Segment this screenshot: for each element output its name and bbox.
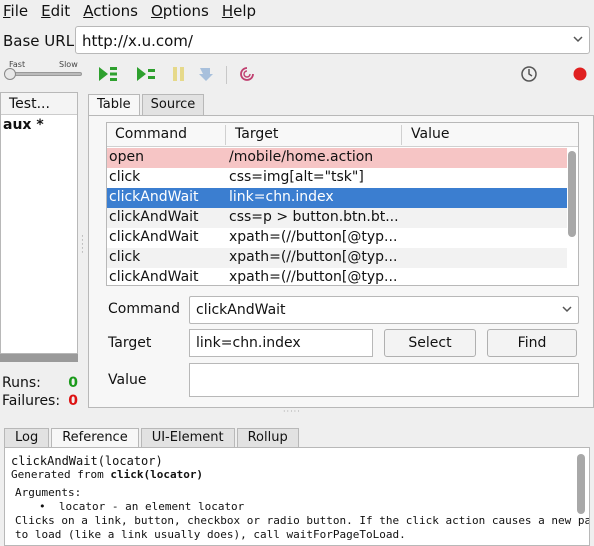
table-row[interactable]: clickAndWait link=chn.index bbox=[107, 188, 567, 208]
schedule-clock-icon[interactable] bbox=[518, 64, 540, 84]
vertical-splitter-grip[interactable]: · · · · · bbox=[81, 233, 84, 258]
command-value: clickAndWait bbox=[196, 302, 286, 318]
failures-count: 0 bbox=[68, 393, 78, 409]
reference-pane: clickAndWait(locator) Generated from cli… bbox=[4, 447, 590, 546]
speed-slow-label: Slow bbox=[59, 60, 78, 69]
reference-description: to load (like a link usually does), call… bbox=[15, 528, 406, 541]
cell-command: clickAndWait bbox=[109, 229, 199, 245]
reference-generated: Generated from click(locator) bbox=[11, 468, 204, 481]
reference-content: clickAndWait(locator) Generated from cli… bbox=[11, 454, 590, 542]
cell-command: clickAndWait bbox=[109, 189, 199, 205]
runs-count: 0 bbox=[68, 375, 78, 391]
reference-signature: clickAndWait(locator) bbox=[11, 454, 163, 468]
base-url-value: http://x.u.com/ bbox=[82, 32, 193, 50]
runs-label: Runs: bbox=[2, 375, 41, 391]
test-case-item[interactable]: aux * bbox=[1, 115, 77, 133]
record-icon[interactable] bbox=[569, 64, 591, 84]
bottom-tabs: Log Reference UI-Element Rollup bbox=[4, 428, 301, 449]
cell-target: css=img[alt="tsk"] bbox=[229, 169, 364, 185]
table-row[interactable]: clickAndWait xpath=(//button[@typ... bbox=[107, 268, 567, 285]
menu-options[interactable]: Options bbox=[148, 2, 213, 20]
speed-slider-handle[interactable] bbox=[4, 68, 16, 80]
toolbar-divider bbox=[226, 66, 227, 84]
column-divider[interactable] bbox=[225, 125, 226, 145]
base-url-label: Base URL bbox=[3, 32, 75, 50]
table-row[interactable]: clickAndWait xpath=(//button[@typ... bbox=[107, 228, 567, 248]
chevron-down-icon[interactable] bbox=[573, 34, 583, 44]
grid-scrollbar[interactable] bbox=[568, 149, 576, 285]
table-tab-body: Command Target Value open/mobile/home.ac… bbox=[88, 115, 594, 408]
target-value: link=chn.index bbox=[196, 335, 301, 351]
cell-command: clickAndWait bbox=[109, 209, 199, 225]
tab-ui-element[interactable]: UI-Element bbox=[140, 428, 235, 447]
test-case-list: Test... aux * bbox=[0, 92, 78, 354]
table-row[interactable]: open/mobile/home.action bbox=[107, 148, 567, 168]
command-label: Command bbox=[108, 301, 180, 317]
speed-slider[interactable] bbox=[6, 72, 82, 76]
cell-target: link=chn.index bbox=[229, 189, 334, 205]
failures-label: Failures: bbox=[2, 393, 61, 409]
test-list-header[interactable]: Test... bbox=[1, 93, 77, 115]
reference-scrollbar-thumb[interactable] bbox=[577, 454, 585, 514]
menu-file[interactable]: File bbox=[0, 2, 32, 20]
chevron-down-icon[interactable] bbox=[562, 304, 572, 314]
reference-description: Clicks on a link, button, checkbox or ra… bbox=[15, 514, 590, 527]
tab-table[interactable]: Table bbox=[88, 94, 140, 117]
reference-scrollbar[interactable] bbox=[577, 454, 585, 544]
test-suite-panel: Test... aux * Runs: 0 Failures: 0 bbox=[0, 92, 78, 410]
cell-command: clickAndWait bbox=[109, 269, 199, 285]
tab-reference[interactable]: Reference bbox=[51, 428, 139, 449]
target-field[interactable]: link=chn.index bbox=[189, 329, 373, 357]
play-test-icon[interactable] bbox=[135, 64, 157, 84]
editor-panel: Table Source Command Target Value open/m… bbox=[88, 92, 594, 408]
cell-target: css=p > button.btn.bt... bbox=[229, 209, 399, 225]
column-header-command[interactable]: Command bbox=[115, 126, 187, 142]
cell-target: xpath=(//button[@typ... bbox=[229, 249, 398, 265]
target-label: Target bbox=[108, 335, 152, 351]
cell-target: xpath=(//button[@typ... bbox=[229, 229, 398, 245]
column-header-target[interactable]: Target bbox=[235, 126, 278, 142]
cell-command: click bbox=[109, 169, 141, 185]
pause-icon[interactable] bbox=[168, 64, 190, 84]
grid-scrollbar-thumb[interactable] bbox=[568, 151, 576, 237]
select-button[interactable]: Select bbox=[384, 329, 476, 357]
column-header-value[interactable]: Value bbox=[411, 126, 449, 142]
editor-tabs: Table Source bbox=[88, 94, 206, 117]
cell-command: open bbox=[109, 149, 144, 165]
menu-actions[interactable]: Actions bbox=[80, 2, 142, 20]
tab-source[interactable]: Source bbox=[141, 94, 205, 115]
cell-target: xpath=(//button[@typ... bbox=[229, 269, 398, 285]
find-button[interactable]: Find bbox=[487, 329, 577, 357]
step-icon[interactable] bbox=[195, 64, 217, 84]
cell-target: /mobile/home.action bbox=[229, 149, 374, 165]
toolbar: Fast Slow bbox=[0, 58, 594, 90]
table-row[interactable]: click css=img[alt="tsk"] bbox=[107, 168, 567, 188]
table-row[interactable]: click xpath=(//button[@typ... bbox=[107, 248, 567, 268]
run-stats: Runs: 0 Failures: 0 bbox=[2, 374, 78, 410]
base-url-input[interactable]: http://x.u.com/ bbox=[75, 26, 590, 54]
tab-rollup[interactable]: Rollup bbox=[236, 428, 299, 447]
menu-edit[interactable]: Edit bbox=[38, 2, 74, 20]
tab-log[interactable]: Log bbox=[4, 428, 50, 447]
value-label: Value bbox=[108, 372, 147, 388]
play-suite-icon[interactable] bbox=[97, 64, 119, 84]
value-field[interactable] bbox=[189, 363, 579, 397]
table-row[interactable]: clickAndWait css=p > button.btn.bt... bbox=[107, 208, 567, 228]
rollup-icon[interactable] bbox=[236, 64, 258, 84]
reference-arguments-label: Arguments: bbox=[15, 486, 82, 499]
horizontal-splitter-grip[interactable]: ····· bbox=[283, 407, 301, 416]
command-grid: Command Target Value open/mobile/home.ac… bbox=[106, 122, 579, 286]
progress-bar bbox=[0, 354, 78, 362]
column-divider[interactable] bbox=[401, 125, 402, 145]
cell-command: click bbox=[109, 249, 141, 265]
menu-help[interactable]: Help bbox=[219, 2, 260, 20]
command-select[interactable]: clickAndWait bbox=[189, 296, 579, 324]
grid-header: Command Target Value bbox=[107, 123, 578, 147]
base-url-row: Base URL http://x.u.com/ bbox=[0, 26, 594, 56]
reference-argument: • locator - an element locator bbox=[39, 500, 245, 513]
menu-bar: File Edit Actions Options Help bbox=[0, 0, 594, 22]
